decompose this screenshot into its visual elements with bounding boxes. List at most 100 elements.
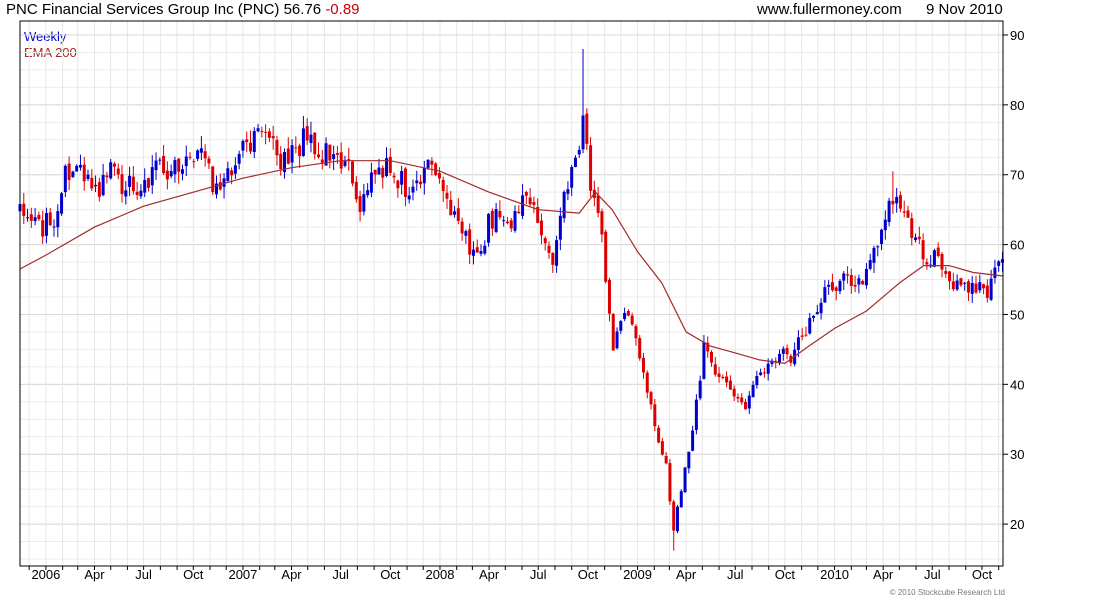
candle-body xyxy=(437,173,441,179)
candle-body xyxy=(948,271,952,282)
candle-body xyxy=(785,348,789,355)
candle-body xyxy=(290,145,294,163)
candle-body xyxy=(22,203,26,217)
candle-body xyxy=(180,169,184,174)
candle-body xyxy=(128,175,132,187)
y-tick-label: 80 xyxy=(1010,98,1024,113)
candle-body xyxy=(154,160,158,171)
candle-body xyxy=(970,282,974,294)
candle-body xyxy=(86,174,90,179)
candle-body xyxy=(309,134,313,144)
candle-body xyxy=(241,140,245,151)
candle-body xyxy=(294,147,298,149)
candle-body xyxy=(317,154,321,158)
candle-body xyxy=(369,172,373,193)
candle-body xyxy=(483,245,487,254)
candle-body xyxy=(109,162,113,179)
candle-body xyxy=(921,240,925,260)
candle-body xyxy=(320,159,324,163)
candle-body xyxy=(581,115,585,150)
candle-body xyxy=(755,375,759,386)
y-tick-label: 30 xyxy=(1010,447,1024,462)
x-tick-label: 2008 xyxy=(426,567,455,582)
candle-body xyxy=(430,160,434,165)
candle-body xyxy=(245,139,249,143)
x-axis: 2006 Apr Jul Oct 2007 Apr Jul Oct 2008 Apr Jul Oct 2… xyxy=(28,566,1000,582)
candle-body xyxy=(298,145,302,157)
candle-body xyxy=(143,179,147,193)
candle-body xyxy=(188,156,192,158)
candle-body xyxy=(392,175,396,178)
candle-body xyxy=(177,158,181,172)
y-tick-label: 50 xyxy=(1010,307,1024,322)
candle-body xyxy=(211,166,215,193)
candle-body xyxy=(539,220,543,236)
candle-body xyxy=(978,282,982,291)
x-tick-label: Oct xyxy=(380,567,401,582)
x-tick-label: Apr xyxy=(84,567,105,582)
candle-body xyxy=(823,287,827,303)
candle-body xyxy=(664,456,668,464)
candle-body xyxy=(343,161,347,166)
candle-body xyxy=(864,268,868,286)
candle-body xyxy=(264,131,268,133)
candle-body xyxy=(914,237,918,241)
candle-body xyxy=(551,252,555,265)
candlestick-series xyxy=(18,48,1004,551)
candle-body xyxy=(158,159,162,161)
candle-body xyxy=(44,212,48,236)
candle-body xyxy=(691,430,695,451)
candle-body xyxy=(328,144,332,161)
candle-body xyxy=(150,167,154,186)
candle-body xyxy=(373,169,377,175)
candle-body xyxy=(260,131,264,133)
candle-body xyxy=(679,491,683,508)
candle-body xyxy=(120,174,124,195)
candle-body xyxy=(415,180,419,184)
candle-body xyxy=(165,170,169,180)
candle-body xyxy=(713,364,717,375)
candle-body xyxy=(498,210,502,218)
candle-body xyxy=(256,128,260,132)
candle-body xyxy=(555,240,559,266)
candle-body xyxy=(562,191,566,219)
candle-body xyxy=(388,156,392,173)
candle-body xyxy=(267,131,271,138)
candle-body xyxy=(589,145,593,191)
candle-body xyxy=(173,160,177,175)
candle-body xyxy=(377,167,381,175)
candle-body xyxy=(940,254,944,270)
candle-body xyxy=(891,200,895,205)
candle-body xyxy=(880,229,884,245)
candle-body xyxy=(732,388,736,397)
candle-body xyxy=(422,167,426,184)
x-tick-label: Apr xyxy=(873,567,894,582)
candle-body xyxy=(804,334,808,336)
chart-grid xyxy=(20,21,1003,566)
candle-body xyxy=(233,165,237,174)
candle-body xyxy=(959,278,963,286)
candle-body xyxy=(910,218,914,238)
candle-body xyxy=(781,348,785,354)
candle-body xyxy=(381,167,385,178)
candle-body xyxy=(456,208,460,221)
candle-body xyxy=(815,312,819,315)
y-tick-label: 70 xyxy=(1010,168,1024,183)
candle-body xyxy=(872,247,876,263)
candle-body xyxy=(725,376,729,383)
candle-body xyxy=(207,158,211,164)
candle-body xyxy=(740,397,744,403)
y-tick-label: 90 xyxy=(1010,28,1024,43)
candle-body xyxy=(29,214,33,221)
price-chart: 20 30 40 50 60 70 80 90 2006 Apr Jul Oct 2007 Apr Jul… xyxy=(18,20,1024,582)
candle-body xyxy=(90,177,94,189)
candle-body xyxy=(657,427,661,443)
x-tick-label: Jul xyxy=(530,567,547,582)
candle-body xyxy=(721,376,725,378)
candle-body xyxy=(668,463,672,502)
candle-body xyxy=(607,279,611,314)
candle-body xyxy=(694,399,698,430)
candle-body xyxy=(222,178,226,187)
x-tick-label: Oct xyxy=(972,567,993,582)
candle-body xyxy=(963,282,967,284)
